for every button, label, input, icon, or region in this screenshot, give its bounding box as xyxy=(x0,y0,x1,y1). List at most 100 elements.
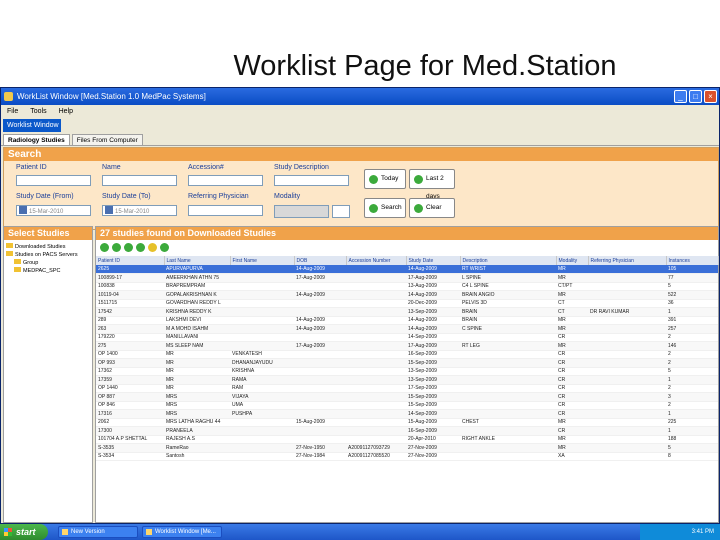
today-button[interactable]: Today xyxy=(364,169,406,189)
table-cell: 2 xyxy=(666,350,718,359)
table-row[interactable]: 289 LAKSHMI DEVI 14-Aug-2009 14-Aug-2009 BRA… xyxy=(96,316,718,325)
tree-item-downloaded[interactable]: Downloaded Studies xyxy=(6,243,90,251)
table-row[interactable]: 10119-04 GOPALAKRISHNAN K 14-Aug-2009 14-Au… xyxy=(96,290,718,300)
table-row[interactable]: 17359 MR RAMA 13-Sep-2009 CR 1 xyxy=(96,375,718,385)
table-cell: CR xyxy=(556,401,588,410)
accession-label: Accession# xyxy=(188,164,224,171)
table-cell: 13-Sep-2009 xyxy=(406,367,460,376)
app-icon xyxy=(146,529,152,535)
send-icon[interactable] xyxy=(124,243,133,252)
folder-icon xyxy=(6,243,13,248)
column-header[interactable]: Modality xyxy=(556,256,589,265)
table-cell xyxy=(294,384,346,393)
taskbar-item-worklist[interactable]: Worklist Window [Me... xyxy=(142,526,222,538)
tab-worklist-window[interactable]: Worklist Window xyxy=(3,119,61,132)
table-row[interactable]: 17542 KRISHNA REDDY K 13-Sep-2009 BRAIN CT DR… xyxy=(96,307,718,317)
column-header[interactable]: Last Name xyxy=(164,256,231,265)
table-cell: 15-Aug-2009 xyxy=(406,418,460,427)
table-cell: 289 xyxy=(96,316,164,325)
last-2-days-button[interactable]: Last 2 days xyxy=(409,169,455,200)
tab-files-from-computer[interactable]: Files From Computer xyxy=(71,134,143,145)
refresh-icon[interactable] xyxy=(136,243,145,252)
modality-input[interactable] xyxy=(274,205,329,218)
table-cell xyxy=(460,409,556,419)
table-cell xyxy=(346,426,406,436)
table-row[interactable]: S-3535 RameRao 27-Nov-1950 A20091127093729 2… xyxy=(96,443,718,453)
table-row[interactable]: 17362 MR KRISHNA 13-Sep-2009 CR 5 xyxy=(96,367,718,376)
table-cell xyxy=(230,333,294,342)
table-row[interactable]: 263 M A MOHD ISAHM 14-Aug-2009 14-Aug-2009 C… xyxy=(96,324,718,334)
tree-item-pacs-servers[interactable]: Studies on PACS Servers xyxy=(6,251,90,259)
table-row[interactable]: 1511715 GOVARDHAN REDDY L 20-Dec-2009 PELVI… xyxy=(96,299,718,308)
table-cell xyxy=(346,316,406,325)
table-row[interactable]: 100838 BRAPREMPRAM 13-Aug-2009 C4 L SPINE CT… xyxy=(96,282,718,291)
window-titlebar[interactable]: WorkList Window [Med.Station 1.0 MedPac … xyxy=(1,88,719,105)
menu-help[interactable]: Help xyxy=(59,105,73,119)
table-row[interactable]: 101704 A.P SHETTAL RAJESH A.S 20-Apr-2010 R… xyxy=(96,435,718,444)
table-row[interactable]: 2625 APURVAPURVA 14-Aug-2009 14-Aug-2009 RT … xyxy=(96,265,718,274)
table-cell xyxy=(588,273,666,283)
table-cell: M A MOHD ISAHM xyxy=(164,324,230,334)
table-row[interactable]: S-3534 Santosh 27-Nov-1984 A20091127085520 2… xyxy=(96,452,718,461)
table-row[interactable]: OP 887 MRS VIJAYA 15-Sep-2009 CR 3 xyxy=(96,392,718,402)
column-header[interactable]: First Name xyxy=(230,256,295,265)
clear-button[interactable]: Clear xyxy=(409,198,455,218)
table-cell: CR xyxy=(556,358,588,368)
column-header[interactable]: Patient ID xyxy=(96,256,165,265)
calendar-icon[interactable] xyxy=(105,206,113,214)
column-header[interactable]: Study Date xyxy=(406,256,461,265)
close-icon[interactable]: × xyxy=(704,90,717,103)
table-cell: DHANANJAYUDU xyxy=(230,358,294,368)
referring-physician-input[interactable] xyxy=(188,205,263,216)
table-row[interactable]: 2062 MRS LATHA RAGHU 44 15-Aug-2009 15-Aug-… xyxy=(96,418,718,427)
menu-file[interactable]: File xyxy=(7,105,18,119)
table-row[interactable]: 179220 MANILLAVANI 14-Sep-2009 CR 2 xyxy=(96,333,718,342)
maximize-icon[interactable]: □ xyxy=(689,90,702,103)
minimize-icon[interactable]: _ xyxy=(674,90,687,103)
view-icon[interactable] xyxy=(100,243,109,252)
taskbar-item-new-version[interactable]: New Version xyxy=(58,526,138,538)
table-cell: MR xyxy=(164,384,230,393)
table-cell: 14-Sep-2009 xyxy=(406,333,460,342)
table-row[interactable]: 275 MS SLEEP NAM 17-Aug-2009 17-Aug-2009 RT … xyxy=(96,341,718,351)
column-header[interactable]: Referring Physician xyxy=(588,256,667,265)
table-row[interactable]: OP 846 MRS UMA 15-Sep-2009 CR 2 xyxy=(96,401,718,410)
table-row[interactable]: OP 993 MR DHANANJAYUDU 15-Sep-2009 CR 2 xyxy=(96,358,718,368)
table-cell xyxy=(346,375,406,385)
start-button[interactable]: start xyxy=(0,524,48,540)
table-cell xyxy=(346,350,406,359)
table-cell xyxy=(460,401,556,410)
table-cell xyxy=(460,375,556,385)
column-header[interactable]: Accession Number xyxy=(346,256,407,265)
menu-tools[interactable]: Tools xyxy=(30,105,46,119)
accession-input[interactable] xyxy=(188,175,263,186)
table-row[interactable]: OP 1440 MR RAM 17-Sep-2009 CR 2 xyxy=(96,384,718,393)
table-row[interactable]: OP 1400 MR VENKATESH 16-Sep-2009 CR 2 xyxy=(96,350,718,359)
table-row[interactable]: 17300 PRANEELA 16-Sep-2009 CR 1 xyxy=(96,426,718,436)
table-cell xyxy=(588,392,666,402)
download-icon[interactable] xyxy=(112,243,121,252)
column-header[interactable]: Description xyxy=(460,256,557,265)
study-description-input[interactable] xyxy=(274,175,349,186)
tree-item-medpac[interactable]: MEDPAC_SPC xyxy=(6,267,90,275)
table-cell: 17-Aug-2009 xyxy=(406,273,460,283)
study-date-from-input[interactable]: 15-Mar-2010 xyxy=(16,205,91,216)
table-row[interactable]: 17316 MRS PUSHPA 14-Sep-2009 CR 1 xyxy=(96,409,718,419)
table-row[interactable]: 100899-17 AMEERKHAN ATHN 75 17-Aug-2009 17-… xyxy=(96,273,718,283)
patient-id-input[interactable] xyxy=(16,175,91,186)
export-icon[interactable] xyxy=(160,243,169,252)
table-cell: LAKSHMI DEVI xyxy=(164,316,230,325)
column-header[interactable]: DOB xyxy=(294,256,347,265)
tree-item-group[interactable]: Group xyxy=(6,259,90,267)
tab-radiology-studies[interactable]: Radiology Studies xyxy=(3,134,70,145)
table-cell xyxy=(294,409,346,419)
column-header[interactable]: Instances xyxy=(666,256,719,265)
search-button[interactable]: Search xyxy=(364,198,406,218)
name-input[interactable] xyxy=(102,175,177,186)
today-icon xyxy=(369,175,378,184)
study-date-to-input[interactable]: 15-Mar-2010 xyxy=(102,205,177,216)
modality-picker-button[interactable] xyxy=(332,205,350,218)
delete-icon[interactable] xyxy=(148,243,157,252)
calendar-icon[interactable] xyxy=(19,206,27,214)
table-cell: BRAIN xyxy=(460,307,556,317)
